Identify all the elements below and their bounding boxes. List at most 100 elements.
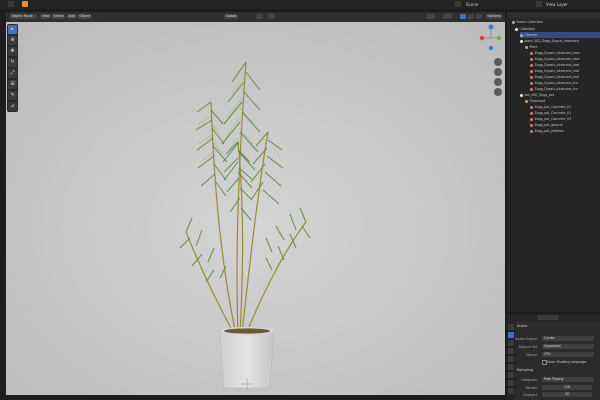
view-menu[interactable]: View: [40, 14, 52, 19]
pan-icon[interactable]: [494, 68, 502, 76]
outliner-row-label: Zagg_pot_Concrete_02: [534, 111, 572, 115]
mesh-icon: [530, 105, 533, 109]
outliner-row-label: Zagg_pot_pebbles: [534, 129, 564, 133]
feature-set-dropdown[interactable]: Supported: [542, 344, 594, 349]
viewport-samples-field[interactable]: 32: [542, 392, 592, 397]
outliner-row-label: Zagg_Dypsis_lutescens_leaf: [534, 63, 580, 67]
rotate-tool-icon[interactable]: ↻: [8, 58, 17, 67]
3d-viewport[interactable]: [6, 22, 505, 395]
mesh-icon: [530, 117, 533, 121]
outliner-header: [507, 12, 600, 18]
collection-icon: [515, 27, 518, 31]
viewport-header: Object Mode View Select Add Object Globa…: [6, 12, 505, 22]
view-layer-icon[interactable]: [536, 1, 542, 7]
view-layer-tab-icon[interactable]: [508, 348, 514, 354]
shading-solid-icon[interactable]: [460, 14, 466, 19]
mesh-icon: [530, 51, 533, 55]
mesh-icon: [530, 129, 533, 133]
properties-header: [507, 314, 600, 321]
options-menu[interactable]: Options: [486, 14, 503, 19]
proportional-edit-icon[interactable]: [268, 14, 275, 19]
scene-collection[interactable]: Scene Collection: [512, 19, 543, 25]
sampling-panel-header[interactable]: Sampling: [517, 368, 533, 372]
shading-material-icon[interactable]: [468, 14, 474, 19]
add-menu[interactable]: Add: [67, 14, 77, 19]
object-icon: [525, 45, 528, 49]
overlays-icon[interactable]: [443, 14, 452, 19]
mode-dropdown[interactable]: Object Mode: [10, 14, 37, 19]
object-tab-icon[interactable]: [508, 372, 514, 378]
outliner-row-label: pot_000_Zagg_pot: [524, 93, 555, 97]
mesh-icon: [530, 123, 533, 127]
outliner-row-label: Zagg_Dypsis_lutescens_leaf: [534, 69, 580, 73]
select-tool-icon[interactable]: ▸: [8, 25, 17, 34]
scene-collection-icon: [512, 20, 515, 24]
measure-tool-icon[interactable]: ⊿: [8, 102, 17, 111]
mesh-icon: [530, 63, 533, 67]
visibility-icon[interactable]: [426, 14, 435, 19]
ortho-toggle-icon[interactable]: [494, 88, 502, 96]
collection-icon: [520, 93, 523, 97]
annotate-tool-icon[interactable]: ✎: [8, 91, 17, 100]
mesh-icon: [530, 57, 533, 61]
outliner-row-label: Zagg_Dypsis_lutescens_leav: [534, 57, 580, 61]
cursor-tool-icon[interactable]: ⊕: [8, 36, 17, 45]
physics-tab-icon[interactable]: [508, 388, 514, 394]
outliner-row-label: Collection: [519, 27, 536, 31]
outliner-row-label: Zagg_pot_Concrete_03: [534, 117, 572, 121]
outliner-row-label: Zagg_pot_ground: [534, 123, 563, 127]
outliner-row-label: Zagg_Dypsis_lutescens_leaf: [534, 75, 580, 79]
scene-selector-icon[interactable]: [455, 1, 461, 7]
outliner-row-label: Zagg_Dypsis_lutescens_tru: [534, 81, 578, 85]
transform-tool-icon[interactable]: ⊞: [8, 80, 17, 89]
properties-search-input[interactable]: [537, 315, 559, 320]
device-dropdown[interactable]: CPU: [542, 352, 594, 357]
output-tab-icon[interactable]: [508, 340, 514, 346]
view-layer-name[interactable]: View Layer: [546, 2, 568, 7]
collection-icon: [520, 39, 523, 43]
move-tool-icon[interactable]: ✥: [8, 47, 17, 56]
mesh-icon: [530, 87, 533, 91]
render-samples-field[interactable]: 128: [542, 385, 592, 390]
properties-tabs: [507, 322, 515, 400]
shading-rendered-icon[interactable]: [476, 14, 482, 19]
camera-view-icon[interactable]: [494, 78, 502, 86]
render-tab-icon[interactable]: [508, 332, 514, 338]
tool-tab-icon[interactable]: [508, 324, 514, 330]
scene-collection-label: Scene Collection: [516, 20, 544, 24]
select-menu[interactable]: Select: [52, 14, 66, 19]
outliner-row-label: Zagg_Dypsis_lutescens_leav: [534, 51, 580, 55]
blender-menu-icon[interactable]: [8, 1, 14, 7]
outliner-row[interactable]: Zagg_pot_pebbles: [530, 128, 564, 134]
tool-shelf: ▸ ⊕ ✥ ↻ ⤢ ⊞ ✎ ⊿: [7, 24, 18, 112]
scale-tool-icon[interactable]: ⤢: [8, 69, 17, 78]
camera-icon: [520, 33, 523, 37]
render-engine-dropdown[interactable]: Cycles: [542, 336, 594, 341]
outliner-row-label: Camera: [524, 33, 538, 37]
mesh-icon: [530, 81, 533, 85]
orientation-dropdown[interactable]: Global: [224, 14, 238, 19]
outliner: Scene Collection Collection Camera plant_0…: [507, 12, 600, 312]
world-tab-icon[interactable]: [508, 364, 514, 370]
scene-tab-icon[interactable]: [508, 356, 514, 362]
properties-title: Scene: [517, 324, 528, 328]
osl-label: Open Shading Language: [547, 359, 587, 364]
outliner-row-label: Flowerpot: [529, 99, 546, 103]
object-menu[interactable]: Object: [78, 14, 93, 19]
mesh-icon: [530, 75, 533, 79]
outliner-row-label: Zagg_pot_Concrete_01: [534, 105, 572, 109]
mesh-icon: [530, 111, 533, 115]
outliner-row-label: Plant: [529, 45, 538, 49]
scene-name[interactable]: Scene: [466, 2, 478, 7]
modifier-tab-icon[interactable]: [508, 380, 514, 386]
plant-render: [6, 22, 505, 395]
top-bar: Scene View Layer: [0, 0, 600, 9]
zoom-icon[interactable]: [494, 58, 502, 66]
editor-type-icon[interactable]: [22, 1, 28, 7]
mesh-icon: [530, 69, 533, 73]
outliner-row-label: plant_002_Zagg_Dypsis_lutescens: [524, 39, 580, 43]
integrator-dropdown[interactable]: Path Tracing: [542, 377, 594, 382]
snap-icon[interactable]: [256, 14, 263, 19]
properties-editor: Scene Render Engine Cycles Feature Set S…: [507, 314, 600, 400]
outliner-row-label: Zagg_Dypsis_lutescens_tru: [534, 87, 578, 91]
